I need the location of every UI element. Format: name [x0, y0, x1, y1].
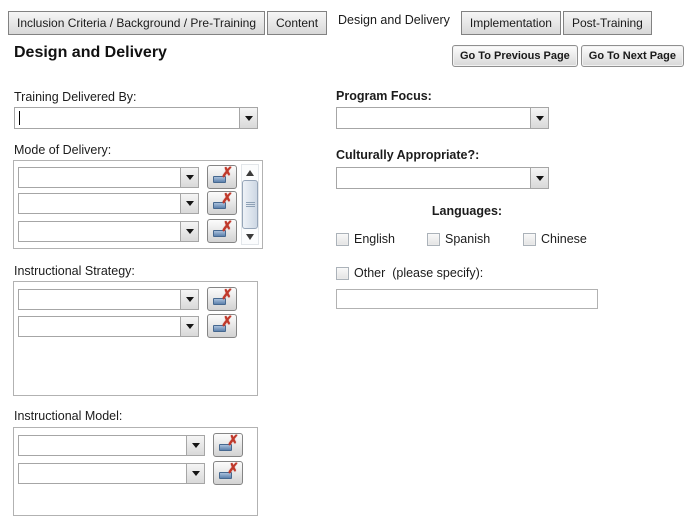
delete-record-icon: ✗ [213, 219, 233, 238]
delete-record-icon: ✗ [213, 165, 233, 184]
checkbox-box[interactable] [336, 266, 349, 280]
checkbox-label: English [354, 232, 395, 246]
instructional-model-listbox: ✗ ✗ [13, 427, 258, 516]
go-to-previous-page-button[interactable]: Go To Previous Page [451, 45, 578, 67]
delete-row-button[interactable]: ✗ [207, 165, 237, 189]
dropdown-button[interactable] [180, 289, 198, 309]
delete-row-button[interactable]: ✗ [207, 191, 237, 215]
scroll-down-arrow-icon [246, 233, 254, 240]
instructional-model-combobox-2[interactable] [18, 462, 205, 484]
program-focus-dropdown-button[interactable] [530, 108, 548, 128]
delete-row-button[interactable]: ✗ [213, 433, 243, 457]
mode-of-delivery-row: ✗ [18, 165, 237, 189]
mode-of-delivery-scrollbar[interactable] [241, 164, 259, 245]
checkbox-label: Other (please specify): [354, 266, 484, 280]
dropdown-button[interactable] [180, 221, 198, 241]
chevron-down-icon [185, 174, 194, 180]
scroll-down-button[interactable] [242, 230, 258, 243]
checkbox-other[interactable]: Other (please specify): [336, 266, 483, 280]
chevron-down-icon [244, 115, 253, 121]
chevron-down-icon [185, 228, 194, 234]
scroll-thumb-grip [245, 202, 255, 207]
checkbox-label: Spanish [445, 232, 491, 246]
instructional-model-row: ✗ [18, 433, 243, 457]
training-delivered-by-combobox[interactable] [14, 107, 258, 129]
instructional-strategy-label: Instructional Strategy: [14, 264, 135, 278]
chevron-down-icon [191, 442, 200, 448]
instructional-strategy-combobox-1[interactable] [18, 288, 199, 310]
delete-record-icon: ✗ [213, 191, 233, 210]
text-cursor-caret [19, 111, 20, 125]
checkbox-english[interactable]: English [336, 232, 395, 246]
mode-of-delivery-row: ✗ [18, 191, 237, 215]
dropdown-button[interactable] [180, 167, 198, 187]
checkbox-box[interactable] [336, 232, 349, 246]
mode-of-delivery-label: Mode of Delivery: [14, 143, 112, 157]
chevron-down-icon [191, 470, 200, 476]
training-delivered-by-dropdown-button[interactable] [239, 108, 257, 128]
checkbox-box[interactable] [427, 232, 440, 246]
chevron-down-icon [185, 200, 194, 206]
mode-of-delivery-row: ✗ [18, 219, 237, 243]
delete-row-button[interactable]: ✗ [213, 461, 243, 485]
instructional-strategy-listbox: ✗ ✗ [13, 281, 258, 396]
mode-of-delivery-combobox-1[interactable] [18, 166, 199, 188]
go-to-next-page-button[interactable]: Go To Next Page [580, 45, 684, 67]
culturally-appropriate-combobox[interactable] [336, 167, 549, 189]
delete-record-icon: ✗ [219, 461, 239, 480]
culturally-appropriate-dropdown-button[interactable] [530, 168, 548, 188]
scroll-up-button[interactable] [242, 166, 258, 179]
mode-of-delivery-combobox-2[interactable] [18, 192, 199, 214]
delete-row-button[interactable]: ✗ [207, 287, 237, 311]
checkbox-label: Chinese [541, 232, 587, 246]
instructional-strategy-combobox-2[interactable] [18, 315, 199, 337]
instructional-model-combobox-1[interactable] [18, 434, 205, 456]
program-focus-combobox[interactable] [336, 107, 549, 129]
training-delivered-by-label: Training Delivered By: [14, 90, 137, 104]
checkbox-spanish[interactable]: Spanish [427, 232, 490, 246]
other-language-specify-input[interactable] [336, 289, 598, 309]
dropdown-button[interactable] [186, 435, 204, 455]
delete-record-icon: ✗ [213, 314, 233, 333]
instructional-model-label: Instructional Model: [14, 409, 123, 423]
chevron-down-icon [185, 296, 194, 302]
chevron-down-icon [185, 323, 194, 329]
tab-post-training[interactable]: Post-Training [562, 11, 652, 35]
scroll-thumb[interactable] [242, 180, 258, 229]
tab-inclusion-criteria-background-pre-training[interactable]: Inclusion Criteria / Background / Pre-Tr… [8, 11, 265, 35]
tab-implementation[interactable]: Implementation [460, 11, 561, 35]
mode-of-delivery-listbox: ✗ ✗ ✗ [13, 160, 263, 249]
chevron-down-icon [535, 175, 544, 181]
design-and-delivery-form: Inclusion Criteria / Background / Pre-Tr… [0, 0, 690, 520]
delete-record-icon: ✗ [213, 287, 233, 306]
program-focus-label: Program Focus: [336, 89, 432, 103]
tab-design-and-delivery[interactable]: Design and Delivery [329, 8, 459, 32]
instructional-model-row: ✗ [18, 461, 243, 485]
tab-bar: Inclusion Criteria / Background / Pre-Tr… [8, 8, 652, 35]
page-nav-buttons: Go To Previous Page Go To Next Page [451, 45, 684, 67]
checkbox-box[interactable] [523, 232, 536, 246]
instructional-strategy-row: ✗ [18, 314, 237, 338]
tab-content[interactable]: Content [267, 11, 328, 35]
delete-row-button[interactable]: ✗ [207, 219, 237, 243]
checkbox-chinese[interactable]: Chinese [523, 232, 587, 246]
culturally-appropriate-label: Culturally Appropriate?: [336, 148, 480, 162]
instructional-strategy-row: ✗ [18, 287, 237, 311]
dropdown-button[interactable] [186, 463, 204, 483]
scroll-up-arrow-icon [246, 169, 254, 176]
languages-heading: Languages: [431, 204, 503, 218]
delete-record-icon: ✗ [219, 433, 239, 452]
dropdown-button[interactable] [180, 316, 198, 336]
chevron-down-icon [535, 115, 544, 121]
delete-row-button[interactable]: ✗ [207, 314, 237, 338]
dropdown-button[interactable] [180, 193, 198, 213]
mode-of-delivery-combobox-3[interactable] [18, 220, 199, 242]
page-title: Design and Delivery [14, 44, 167, 61]
